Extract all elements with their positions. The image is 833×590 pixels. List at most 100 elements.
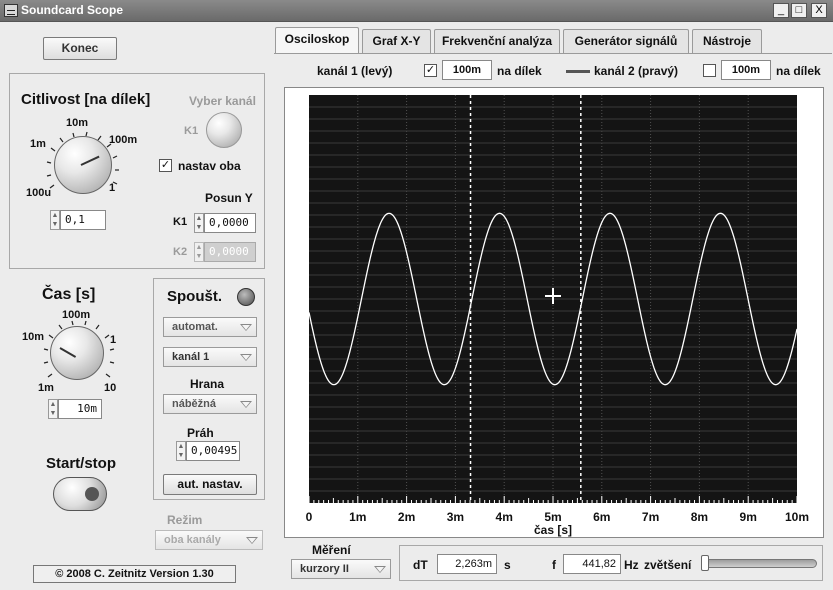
measure-label: Měření (312, 543, 351, 557)
chevron-down-icon (240, 354, 252, 361)
x-tick-label: 9m (740, 510, 757, 524)
sens-scale-1m: 1m (30, 138, 46, 150)
f-value: 441,82 (563, 554, 621, 574)
x-tick-label: 4m (496, 510, 513, 524)
x-tick-label: 8m (691, 510, 708, 524)
chevron-down-icon (246, 537, 258, 544)
trigger-edge-value: náběžná (172, 398, 217, 410)
trigger-mode-select[interactable]: automat. (163, 317, 257, 337)
both-channels-checkbox[interactable]: ✓ (159, 159, 172, 172)
x-tick-label: 1m (349, 510, 366, 524)
x-tick-label: 3m (447, 510, 464, 524)
mode-select[interactable]: oba kanály (155, 530, 263, 550)
ch1-checkbox[interactable]: ✓ (424, 64, 437, 77)
x-tick-label: 6m (593, 510, 610, 524)
chevron-down-icon (374, 566, 386, 573)
mode-label: Režim (167, 513, 203, 527)
measure-mode-value: kurzory II (300, 563, 349, 575)
sens-scale-10m: 10m (66, 117, 89, 129)
start-stop-button[interactable] (53, 477, 107, 511)
zoom-label: zvětšení (644, 558, 692, 572)
window-title: Soundcard Scope (21, 3, 124, 17)
tab-oscilloscope[interactable]: Osciloskop (275, 27, 359, 54)
time-spinner[interactable]: ▲ ▼ (48, 399, 58, 419)
chevron-down-icon (240, 401, 252, 408)
version-footer: © 2008 C. Zeitnitz Version 1.30 (33, 565, 236, 583)
sensitivity-knob[interactable] (54, 136, 112, 194)
sensitivity-spinner[interactable]: ▲ ▼ (50, 210, 60, 230)
x-tick-label: 7m (642, 510, 659, 524)
app-icon (4, 4, 18, 17)
ch2-line-icon (566, 70, 590, 73)
k1-offset-spinner[interactable]: ▲ ▼ (194, 213, 204, 233)
trigger-mode-value: automat. (172, 321, 218, 333)
auto-set-button[interactable]: aut. nastav. (163, 474, 257, 495)
ch1-per-div-label: na dílek (497, 64, 542, 78)
tab-signal-generator[interactable]: Generátor signálů (563, 29, 689, 53)
k1-offset-label: K1 (173, 216, 188, 228)
dt-label: dT (413, 558, 428, 572)
tab-tools[interactable]: Nástroje (692, 29, 762, 53)
trigger-channel-select[interactable]: kanál 1 (163, 347, 257, 367)
sensitivity-title: Citlivost [na dílek] (21, 91, 151, 108)
x-tick-label: 0 (306, 510, 313, 524)
play-icon (85, 487, 99, 501)
ch2-checkbox[interactable] (703, 64, 716, 77)
close-button[interactable]: X (811, 3, 827, 18)
sensitivity-value[interactable]: 0,1 (60, 210, 106, 230)
time-scale-10m: 10m (22, 331, 45, 343)
maximize-button[interactable]: □ (791, 3, 807, 18)
offset-title: Posun Y (205, 191, 253, 205)
time-knob[interactable] (50, 326, 104, 380)
trigger-group: Spoušt. automat. kanál 1 Hrana náběžná P… (153, 278, 265, 500)
time-title: Čas [s] (42, 286, 96, 303)
tab-frequency-analysis[interactable]: Frekvenční analýza (434, 29, 560, 53)
ch2-scale-field[interactable]: 100m (721, 60, 771, 80)
measure-mode-select[interactable]: kurzory II (291, 559, 391, 579)
ch1-label: kanál 1 (levý) (317, 64, 393, 78)
channel-select-button[interactable] (206, 112, 242, 148)
trigger-channel-value: kanál 1 (172, 351, 210, 363)
k1-offset-value[interactable]: 0,0000 (204, 213, 256, 233)
quit-button[interactable]: Konec (43, 37, 117, 60)
ch1-scale-field[interactable]: 100m (442, 60, 492, 80)
measurement-panel: dT 2,263m s f 441,82 Hz zvětšení (399, 545, 823, 581)
trigger-edge-label: Hrana (190, 377, 225, 391)
k2-offset-label: K2 (173, 246, 188, 258)
x-axis-label: čas [s] (534, 523, 572, 537)
k2-offset-value[interactable]: 0,0000 (204, 242, 256, 262)
x-tick-label: 10m (785, 510, 809, 524)
time-knob-pointer (59, 347, 77, 358)
trigger-threshold-label: Práh (187, 426, 214, 440)
f-unit: Hz (624, 558, 639, 572)
ch2-label: kanál 2 (pravý) (594, 64, 679, 78)
sens-knob-pointer (80, 155, 100, 166)
trigger-title: Spoušt. (167, 288, 222, 305)
dt-unit: s (504, 558, 511, 572)
mode-value: oba kanály (164, 534, 221, 546)
f-label: f (552, 558, 556, 572)
chevron-down-icon (240, 324, 252, 331)
title-bar: Soundcard Scope _ □ X (0, 0, 833, 22)
k1-select-label: K1 (184, 125, 199, 137)
select-channel-label: Vyber kanál (189, 94, 256, 108)
both-channels-label: nastav oba (178, 159, 241, 173)
trigger-edge-select[interactable]: náběžná (163, 394, 257, 414)
zoom-slider-track[interactable] (703, 559, 817, 568)
minimize-button[interactable]: _ (773, 3, 789, 18)
k2-offset-spinner[interactable]: ▲ ▼ (194, 242, 204, 262)
sensitivity-group: Citlivost [na dílek] 10m 1m 100m 100u 1 … (9, 73, 265, 269)
threshold-spinner[interactable]: ▲ ▼ (176, 441, 186, 461)
oscilloscope-plot[interactable]: 0 1m 2m 3m 4m 5m 6m 7m 8m 9m 10m čas [s] (284, 87, 824, 538)
x-tick-label: 2m (398, 510, 415, 524)
oscilloscope-svg: 0 1m 2m 3m 4m 5m 6m 7m 8m 9m 10m čas [s] (306, 95, 809, 537)
tab-xy-graph[interactable]: Graf X-Y (362, 29, 431, 53)
x-tick-label: 5m (544, 510, 561, 524)
time-value[interactable]: 10m (58, 399, 102, 419)
start-stop-label: Start/stop (46, 455, 117, 472)
threshold-value[interactable]: 0,00495 (186, 441, 240, 461)
zoom-slider-thumb[interactable] (701, 555, 709, 571)
trigger-led-icon (237, 288, 255, 306)
ch2-per-div-label: na dílek (776, 64, 821, 78)
tab-divider (274, 53, 832, 54)
